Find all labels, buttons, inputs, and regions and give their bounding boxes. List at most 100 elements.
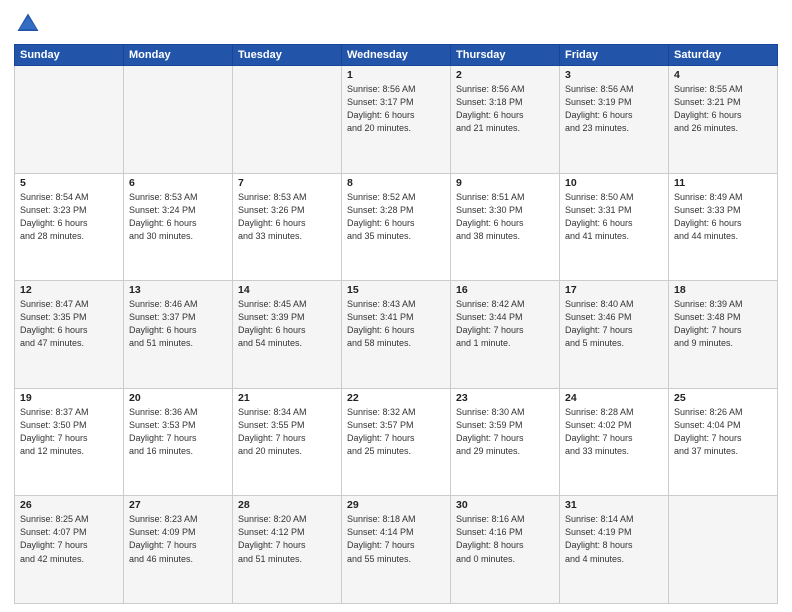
day-number: 22 (347, 392, 445, 404)
day-info: Sunrise: 8:14 AM Sunset: 4:19 PM Dayligh… (565, 513, 663, 565)
calendar-cell (124, 66, 233, 174)
day-info: Sunrise: 8:53 AM Sunset: 3:26 PM Dayligh… (238, 191, 336, 243)
day-number: 5 (20, 177, 118, 189)
day-info: Sunrise: 8:49 AM Sunset: 3:33 PM Dayligh… (674, 191, 772, 243)
calendar-cell: 27Sunrise: 8:23 AM Sunset: 4:09 PM Dayli… (124, 496, 233, 604)
calendar-cell: 26Sunrise: 8:25 AM Sunset: 4:07 PM Dayli… (15, 496, 124, 604)
calendar-cell: 14 Sunrise: 8:45 AM Sunset: 3:39 PM Dayli… (233, 281, 342, 389)
header-cell-sunday: Sunday (15, 45, 124, 66)
day-info: Sunrise: 8:54 AM Sunset: 3:23 PM Dayligh… (20, 191, 118, 243)
day-number: 11 (674, 177, 772, 189)
calendar-cell: 18 Sunrise: 8:39 AM Sunset: 3:48 PM Dayli… (669, 281, 778, 389)
day-info: Sunrise: 8:56 AM Sunset: 3:17 PM Dayligh… (347, 83, 445, 135)
calendar-cell: 4 Sunrise: 8:55 AM Sunset: 3:21 PM Daylig… (669, 66, 778, 174)
day-number: 23 (456, 392, 554, 404)
day-info: Sunrise: 8:28 AM Sunset: 4:02 PM Dayligh… (565, 406, 663, 458)
week-row-0: 1 Sunrise: 8:56 AM Sunset: 3:17 PM Daylig… (15, 66, 778, 174)
day-number: 2 (456, 69, 554, 81)
day-number: 14 (238, 284, 336, 296)
day-info: Sunrise: 8:56 AM Sunset: 3:18 PM Dayligh… (456, 83, 554, 135)
day-info: Sunrise: 8:53 AM Sunset: 3:24 PM Dayligh… (129, 191, 227, 243)
day-number: 20 (129, 392, 227, 404)
day-number: 28 (238, 499, 336, 511)
day-number: 15 (347, 284, 445, 296)
day-number: 10 (565, 177, 663, 189)
day-number: 1 (347, 69, 445, 81)
calendar-cell: 17Sunrise: 8:40 AM Sunset: 3:46 PM Dayli… (560, 281, 669, 389)
calendar-cell: 20 Sunrise: 8:36 AM Sunset: 3:53 PM Dayli… (124, 388, 233, 496)
calendar-cell: 8Sunrise: 8:52 AM Sunset: 3:28 PM Daylig… (342, 173, 451, 281)
logo (14, 10, 46, 38)
day-info: Sunrise: 8:47 AM Sunset: 3:35 PM Dayligh… (20, 298, 118, 350)
day-info: Sunrise: 8:39 AM Sunset: 3:48 PM Dayligh… (674, 298, 772, 350)
day-number: 4 (674, 69, 772, 81)
calendar-body: 1 Sunrise: 8:56 AM Sunset: 3:17 PM Daylig… (15, 66, 778, 604)
header-cell-monday: Monday (124, 45, 233, 66)
day-info: Sunrise: 8:26 AM Sunset: 4:04 PM Dayligh… (674, 406, 772, 458)
week-row-2: 12Sunrise: 8:47 AM Sunset: 3:35 PM Dayli… (15, 281, 778, 389)
calendar-cell: 29 Sunrise: 8:18 AM Sunset: 4:14 PM Dayli… (342, 496, 451, 604)
day-number: 30 (456, 499, 554, 511)
header-cell-thursday: Thursday (451, 45, 560, 66)
calendar-cell (15, 66, 124, 174)
day-info: Sunrise: 8:43 AM Sunset: 3:41 PM Dayligh… (347, 298, 445, 350)
calendar-cell: 22 Sunrise: 8:32 AM Sunset: 3:57 PM Dayli… (342, 388, 451, 496)
day-number: 13 (129, 284, 227, 296)
page-header (14, 10, 778, 38)
day-info: Sunrise: 8:56 AM Sunset: 3:19 PM Dayligh… (565, 83, 663, 135)
day-info: Sunrise: 8:40 AM Sunset: 3:46 PM Dayligh… (565, 298, 663, 350)
calendar-cell: 11 Sunrise: 8:49 AM Sunset: 3:33 PM Dayli… (669, 173, 778, 281)
calendar-cell (233, 66, 342, 174)
calendar-cell: 15 Sunrise: 8:43 AM Sunset: 3:41 PM Dayli… (342, 281, 451, 389)
calendar-cell: 10Sunrise: 8:50 AM Sunset: 3:31 PM Dayli… (560, 173, 669, 281)
calendar-cell: 16Sunrise: 8:42 AM Sunset: 3:44 PM Dayli… (451, 281, 560, 389)
day-info: Sunrise: 8:16 AM Sunset: 4:16 PM Dayligh… (456, 513, 554, 565)
logo-icon (14, 10, 42, 38)
day-number: 9 (456, 177, 554, 189)
calendar-cell: 1 Sunrise: 8:56 AM Sunset: 3:17 PM Daylig… (342, 66, 451, 174)
day-number: 6 (129, 177, 227, 189)
day-info: Sunrise: 8:46 AM Sunset: 3:37 PM Dayligh… (129, 298, 227, 350)
week-row-1: 5 Sunrise: 8:54 AM Sunset: 3:23 PM Daylig… (15, 173, 778, 281)
day-number: 3 (565, 69, 663, 81)
calendar-header: SundayMondayTuesdayWednesdayThursdayFrid… (15, 45, 778, 66)
calendar-cell: 28 Sunrise: 8:20 AM Sunset: 4:12 PM Dayli… (233, 496, 342, 604)
day-number: 18 (674, 284, 772, 296)
calendar-cell: 12Sunrise: 8:47 AM Sunset: 3:35 PM Dayli… (15, 281, 124, 389)
day-info: Sunrise: 8:32 AM Sunset: 3:57 PM Dayligh… (347, 406, 445, 458)
day-info: Sunrise: 8:37 AM Sunset: 3:50 PM Dayligh… (20, 406, 118, 458)
header-row: SundayMondayTuesdayWednesdayThursdayFrid… (15, 45, 778, 66)
page-container: SundayMondayTuesdayWednesdayThursdayFrid… (0, 0, 792, 612)
header-cell-saturday: Saturday (669, 45, 778, 66)
day-info: Sunrise: 8:34 AM Sunset: 3:55 PM Dayligh… (238, 406, 336, 458)
calendar-cell: 9 Sunrise: 8:51 AM Sunset: 3:30 PM Daylig… (451, 173, 560, 281)
day-info: Sunrise: 8:18 AM Sunset: 4:14 PM Dayligh… (347, 513, 445, 565)
day-number: 29 (347, 499, 445, 511)
calendar-cell: 31Sunrise: 8:14 AM Sunset: 4:19 PM Dayli… (560, 496, 669, 604)
calendar-table: SundayMondayTuesdayWednesdayThursdayFrid… (14, 44, 778, 604)
day-number: 25 (674, 392, 772, 404)
day-info: Sunrise: 8:55 AM Sunset: 3:21 PM Dayligh… (674, 83, 772, 135)
header-cell-wednesday: Wednesday (342, 45, 451, 66)
day-info: Sunrise: 8:23 AM Sunset: 4:09 PM Dayligh… (129, 513, 227, 565)
day-info: Sunrise: 8:45 AM Sunset: 3:39 PM Dayligh… (238, 298, 336, 350)
header-cell-friday: Friday (560, 45, 669, 66)
day-info: Sunrise: 8:30 AM Sunset: 3:59 PM Dayligh… (456, 406, 554, 458)
calendar-cell: 19 Sunrise: 8:37 AM Sunset: 3:50 PM Dayli… (15, 388, 124, 496)
day-number: 24 (565, 392, 663, 404)
calendar-cell: 24 Sunrise: 8:28 AM Sunset: 4:02 PM Dayli… (560, 388, 669, 496)
calendar-cell: 2 Sunrise: 8:56 AM Sunset: 3:18 PM Daylig… (451, 66, 560, 174)
day-number: 19 (20, 392, 118, 404)
calendar-cell: 23 Sunrise: 8:30 AM Sunset: 3:59 PM Dayli… (451, 388, 560, 496)
calendar-cell: 25 Sunrise: 8:26 AM Sunset: 4:04 PM Dayli… (669, 388, 778, 496)
header-cell-tuesday: Tuesday (233, 45, 342, 66)
calendar-cell (669, 496, 778, 604)
day-info: Sunrise: 8:20 AM Sunset: 4:12 PM Dayligh… (238, 513, 336, 565)
day-info: Sunrise: 8:25 AM Sunset: 4:07 PM Dayligh… (20, 513, 118, 565)
day-number: 8 (347, 177, 445, 189)
day-info: Sunrise: 8:36 AM Sunset: 3:53 PM Dayligh… (129, 406, 227, 458)
day-info: Sunrise: 8:42 AM Sunset: 3:44 PM Dayligh… (456, 298, 554, 350)
calendar-cell: 13 Sunrise: 8:46 AM Sunset: 3:37 PM Dayli… (124, 281, 233, 389)
day-info: Sunrise: 8:51 AM Sunset: 3:30 PM Dayligh… (456, 191, 554, 243)
day-number: 7 (238, 177, 336, 189)
